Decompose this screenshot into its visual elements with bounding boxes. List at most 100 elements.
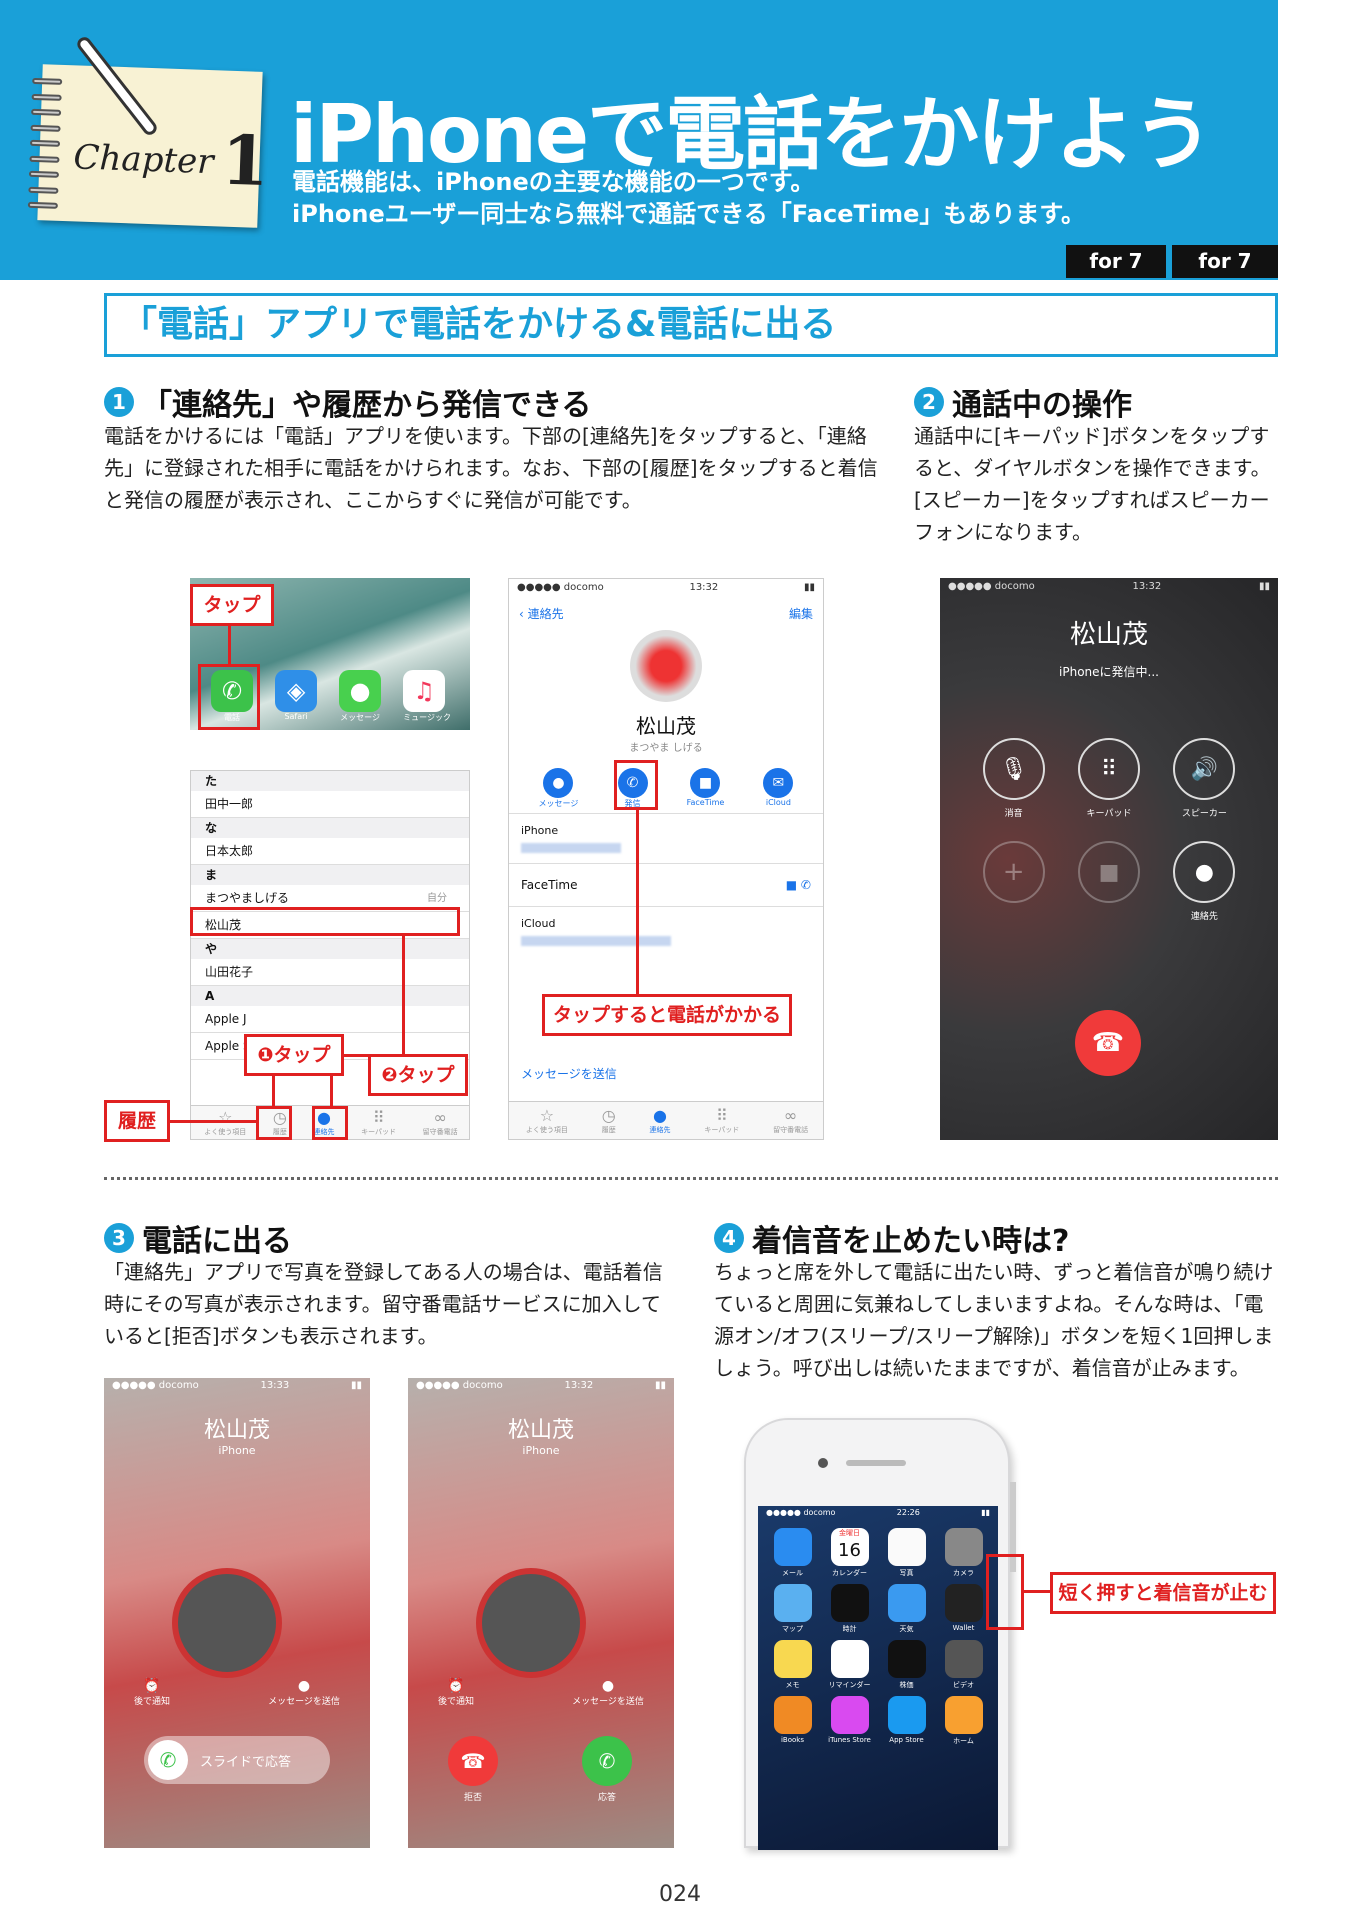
icloud-action[interactable]: ✉ iCloud [763,768,794,809]
keypad-button[interactable]: ⠿ キーパッド [1061,738,1156,819]
section-divider [104,1177,1278,1180]
list-section-header: ま [191,865,469,885]
contact-name: 日本太郎 [205,844,254,858]
list-section-header: な [191,818,469,838]
app-icon[interactable]: 金曜日 16 カレンダー [821,1528,878,1578]
send-message-button[interactable]: ● メッセージを送信 [568,1678,648,1707]
messages-app-icon[interactable]: ● メッセージ [339,670,382,724]
safari-app-icon[interactable]: ◈ Safari [275,670,318,724]
tab-contacts[interactable]: ● 連絡先 [650,1106,671,1135]
mute-button[interactable]: 🎙 消音 [966,738,1061,819]
app-icon[interactable]: メール [764,1528,821,1578]
facetime-field[interactable]: FaceTime ■ ✆ [509,863,823,906]
contact-row[interactable]: 山田花子 [191,959,469,986]
app-icon[interactable]: ビデオ [935,1640,992,1690]
app-icon[interactable]: リマインダー [821,1640,878,1690]
step4-body: ちょっと席を外して電話に出たい時、ずっと着信音が鳴り続けていると周囲に気兼ねして… [714,1260,1274,1380]
step2-body: 通話中に[キーパッド]ボタンをタップすると、ダイヤルボタンを操作できます。[スピ… [914,424,1271,544]
contacts-button[interactable]: ● 連絡先 [1157,841,1252,922]
iphone-field[interactable]: iPhone [509,813,823,863]
music-app-icon[interactable]: ♫ ミュージック [403,670,451,724]
callout-tap-call: タップすると電話がかかる [542,994,792,1036]
contact-name: な [205,821,218,835]
watch-photo [172,1568,282,1678]
chapter-number: 1 [220,120,271,203]
incoming-call-screenshot: ●●●●● docomo 13:32 ▮▮ 松山茂 iPhone ⏰ 後で通知 ● メッ… [408,1378,674,1848]
tab-keypad[interactable]: ⠿ キーパッド [704,1106,739,1135]
app-icon[interactable]: iTunes Store [821,1696,878,1746]
slide-to-answer[interactable]: ✆ スライドで応答 [144,1736,330,1784]
app-label: ホーム [953,1737,974,1745]
person-icon: ● [1173,841,1236,903]
message-action[interactable]: ● メッセージ [539,768,578,809]
end-call-button[interactable]: ☎ [1075,1010,1141,1076]
app-icon[interactable]: ホーム [935,1696,992,1746]
tab-keypad[interactable]: ⠿ キーパッド [361,1108,396,1137]
step2-heading: 2 通話中の操作 [914,380,1132,424]
app-icon[interactable]: 天気 [878,1584,935,1634]
app-icon[interactable]: 株価 [878,1640,935,1690]
app-label: リマインダー [828,1681,871,1689]
icloud-field[interactable]: iCloud [509,906,823,956]
app-icon[interactable]: メモ [764,1640,821,1690]
mail-icon: ✉ [763,768,794,798]
step4-number: 4 [714,1223,744,1253]
app-icon[interactable]: 時計 [821,1584,878,1634]
call-status: iPhoneに発信中... [1059,665,1159,679]
app-icon[interactable]: App Store [878,1696,935,1746]
facetime-action[interactable]: ■ FaceTime [687,768,724,809]
app-icon[interactable]: Wallet [935,1584,992,1634]
app-label: マップ [782,1625,803,1633]
contact-row[interactable]: Apple J [191,1006,469,1033]
app-label: App Store [889,1736,924,1744]
callout-history: 履歴 [104,1100,170,1142]
callout-line [228,624,231,664]
watch-photo [476,1568,586,1678]
detail-tab-bar: ☆ よく使う項目 ◷ 履歴 ● 連絡先 ⠿ キーパッド ∞ 留守番電話 [509,1101,823,1139]
history-tab-highlight [256,1106,292,1140]
contact-row[interactable]: 田中一郎 [191,791,469,818]
model-badge-7: for 7 [1066,245,1166,278]
page-number: 024 [659,1882,701,1907]
contact-name: 山田花子 [205,965,254,979]
app-icon[interactable]: カメラ [935,1528,992,1578]
app-label: iBooks [780,1736,804,1744]
contacts-tab-highlight [312,1106,348,1140]
accept-button[interactable]: ✆ 応答 [582,1736,632,1803]
tab-favorites[interactable]: ☆ よく使う項目 [526,1106,568,1135]
app-icon-tile [773,1696,812,1734]
speaker-button[interactable]: 🔊 スピーカー [1157,738,1252,819]
hang-up-icon: ☎ [1091,1028,1125,1058]
remind-later-button[interactable]: ⏰ 後で通知 [134,1678,170,1707]
tab-voicemail[interactable]: ∞ 留守番電話 [773,1106,808,1135]
alarm-icon: ⏰ [447,1678,465,1694]
edit-button[interactable]: 編集 [789,605,813,622]
phone-icon: ✆ [148,1740,188,1780]
tab-voicemail[interactable]: ∞ 留守番電話 [423,1108,458,1137]
app-icon[interactable]: マップ [764,1584,821,1634]
app-icon[interactable]: 写真 [878,1528,935,1578]
step4-heading: 4 着信音を止めたい時は? [714,1216,1069,1260]
speaker-grille [846,1460,906,1466]
tab-history[interactable]: ◷ 履歴 [602,1106,616,1135]
decline-button[interactable]: ☎ 拒否 [448,1736,498,1803]
remind-later-button[interactable]: ⏰ 後で通知 [438,1678,474,1707]
callout-tap2: ❷タップ [368,1054,468,1096]
app-icon-tile [773,1640,812,1678]
app-icon-tile [944,1696,983,1734]
app-icon[interactable]: iBooks [764,1696,821,1746]
facetime-button[interactable]: ■ [1061,841,1156,922]
app-icon-tile [830,1696,869,1734]
add-call-button[interactable]: + [966,841,1061,922]
callout-line [170,1120,256,1123]
call-button-highlight [614,760,658,810]
callout-line [636,810,639,994]
send-message-button[interactable]: ● メッセージを送信 [264,1678,344,1707]
app-icon-tile [887,1640,926,1678]
app-icon-tile [887,1696,926,1734]
send-message-link[interactable]: メッセージを送信 [521,1065,617,1082]
app-icon-tile [944,1584,983,1622]
back-button[interactable]: ‹ 連絡先 [519,605,564,622]
app-icon-tile [830,1584,869,1622]
contact-row[interactable]: 日本太郎 [191,838,469,865]
